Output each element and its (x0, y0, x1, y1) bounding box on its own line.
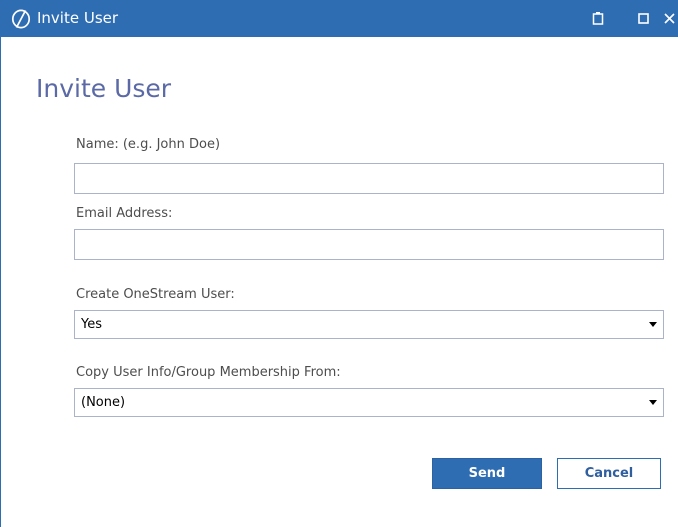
title-bar[interactable]: Invite User (1, 0, 678, 37)
create-user-selected-value: Yes (81, 317, 102, 332)
copy-from-label: Copy User Info/Group Membership From: (76, 365, 341, 380)
copy-from-selected-value: (None) (81, 395, 126, 410)
name-label: Name: (e.g. John Doe) (76, 137, 221, 152)
window-title: Invite User (37, 9, 119, 27)
name-input[interactable] (74, 163, 664, 194)
onestream-logo-icon (11, 9, 31, 29)
maximize-icon (637, 12, 649, 24)
cancel-button[interactable]: Cancel (557, 458, 661, 489)
close-icon (663, 12, 675, 24)
dialog-heading: Invite User (36, 74, 172, 103)
email-input[interactable] (74, 229, 664, 260)
dropdown-arrow-icon (649, 400, 657, 405)
restore-icon (592, 12, 604, 25)
copy-from-dropdown[interactable]: (None) (74, 388, 664, 417)
email-label: Email Address: (76, 206, 173, 221)
close-button[interactable] (659, 8, 678, 28)
create-user-label: Create OneStream User: (76, 287, 235, 302)
invite-user-window: Invite User Invite User Name: (e.g. John… (0, 0, 678, 527)
restore-button[interactable] (588, 8, 608, 28)
create-user-dropdown[interactable]: Yes (74, 310, 664, 339)
send-button[interactable]: Send (432, 458, 542, 489)
dropdown-arrow-icon (649, 322, 657, 327)
maximize-button[interactable] (633, 8, 653, 28)
